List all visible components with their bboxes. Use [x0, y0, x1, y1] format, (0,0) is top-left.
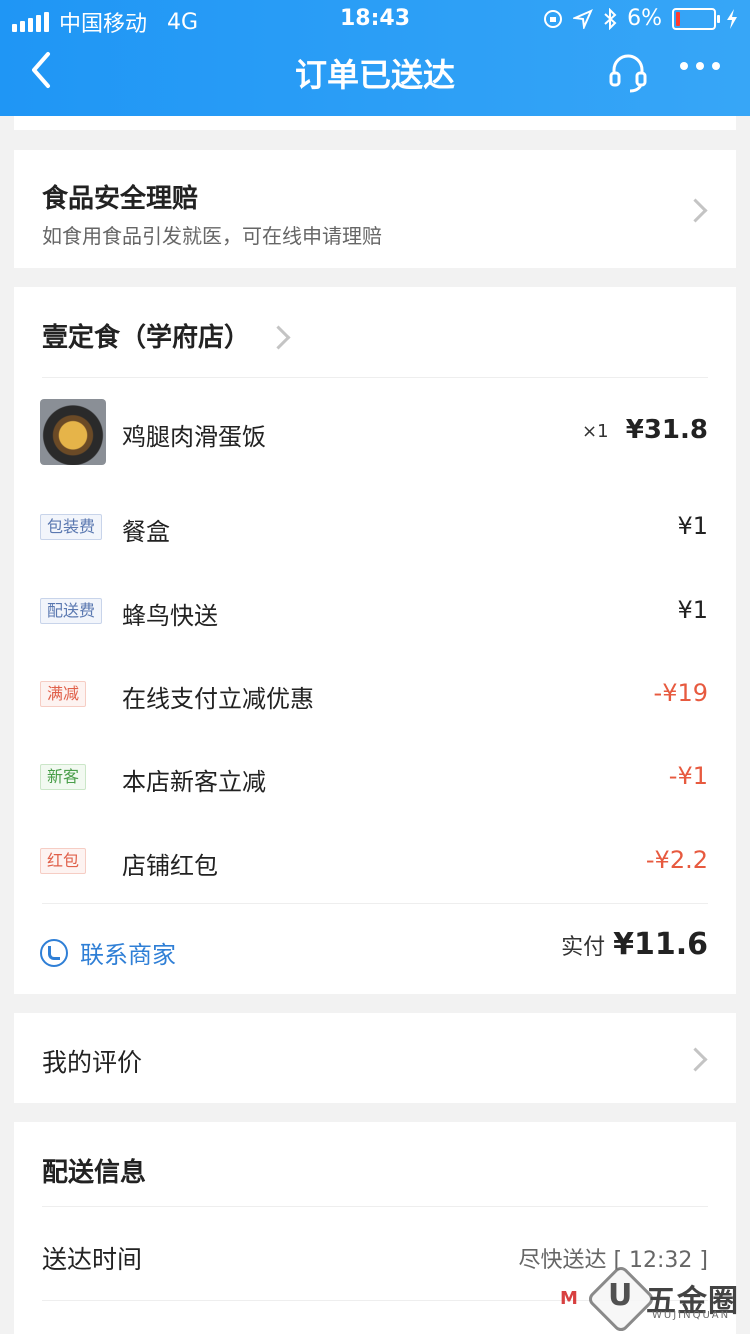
watermark-subtext: WUJINQUAN: [652, 1310, 731, 1321]
food-safety-card[interactable]: 食品安全理赔 如食用食品引发就医，可在线申请理赔: [14, 150, 736, 268]
discount-tag: 新客: [40, 764, 87, 790]
discount-name: 本店新客立减: [122, 768, 266, 796]
phone-icon: [40, 938, 68, 967]
food-safety-title: 食品安全理赔: [42, 184, 199, 214]
status-bar: 中国移动 4G 18:43 6%: [0, 0, 750, 40]
watermark-mark: M: [560, 1288, 578, 1309]
more-icon[interactable]: [680, 62, 720, 70]
charging-icon: [727, 8, 737, 29]
discount-amount: -¥1: [668, 762, 708, 790]
discount-tag: 满减: [40, 681, 87, 707]
previous-card: [14, 116, 736, 130]
discount-amount: -¥19: [653, 679, 708, 707]
chevron-right-icon: [683, 1047, 708, 1072]
my-review-card[interactable]: 我的评价: [14, 1013, 736, 1103]
paid-amount: ¥11.6: [613, 927, 708, 962]
customer-service-icon[interactable]: [606, 50, 650, 94]
discount-amount: -¥2.2: [645, 846, 708, 874]
item-price: ¥31.8: [625, 415, 708, 445]
battery-percent: 6%: [627, 6, 662, 31]
discount-name: 在线支付立减优惠: [122, 685, 314, 713]
paid-label: 实付: [561, 935, 606, 960]
food-safety-subtitle: 如食用食品引发就医，可在线申请理赔: [42, 224, 382, 248]
divider: [42, 903, 708, 904]
item-quantity: ×1: [582, 421, 609, 442]
fee-amount: ¥1: [677, 512, 708, 540]
nav-bar: 订单已送达: [0, 40, 750, 106]
divider: [42, 1206, 708, 1207]
battery-icon: [672, 7, 720, 30]
watermark-logo: M U 五金圈 WUJINQUAN: [560, 1263, 746, 1334]
my-review-title: 我的评价: [42, 1048, 143, 1077]
food-image: [40, 399, 106, 465]
fee-name: 蜂鸟快送: [122, 602, 218, 630]
fee-tag: 配送费: [40, 598, 103, 624]
paid-total: 实付 ¥11.6: [561, 927, 708, 962]
delivery-info-title: 配送信息: [42, 1158, 147, 1188]
store-name[interactable]: 壹定食（学府店）: [42, 317, 250, 354]
delivery-time-value: 尽快送达 [ 12:32 ]: [518, 1248, 708, 1273]
item-name: 鸡腿肉滑蛋饭: [122, 423, 266, 451]
app-header: 中国移动 4G 18:43 6% 订单已送达: [0, 0, 750, 116]
watermark-u: U: [608, 1278, 633, 1313]
fee-tag: 包装费: [40, 514, 103, 540]
location-icon: [573, 8, 594, 29]
contact-merchant-button[interactable]: 联系商家: [40, 935, 176, 970]
divider: [42, 377, 708, 378]
fee-name: 餐盒: [122, 518, 170, 546]
delivery-time-label: 送达时间: [42, 1245, 143, 1274]
bluetooth-icon: [604, 7, 617, 30]
chevron-right-icon: [683, 198, 708, 223]
discount-name: 店铺红包: [122, 852, 218, 880]
orientation-lock-icon: [544, 9, 563, 28]
discount-tag: 红包: [40, 848, 87, 874]
order-card: 壹定食（学府店） 鸡腿肉滑蛋饭 ×1 ¥31.8 包装费 餐盒 ¥1 配送费 蜂…: [14, 287, 736, 994]
chevron-right-icon: [266, 325, 291, 350]
contact-merchant-label: 联系商家: [80, 941, 176, 969]
fee-amount: ¥1: [677, 596, 708, 624]
